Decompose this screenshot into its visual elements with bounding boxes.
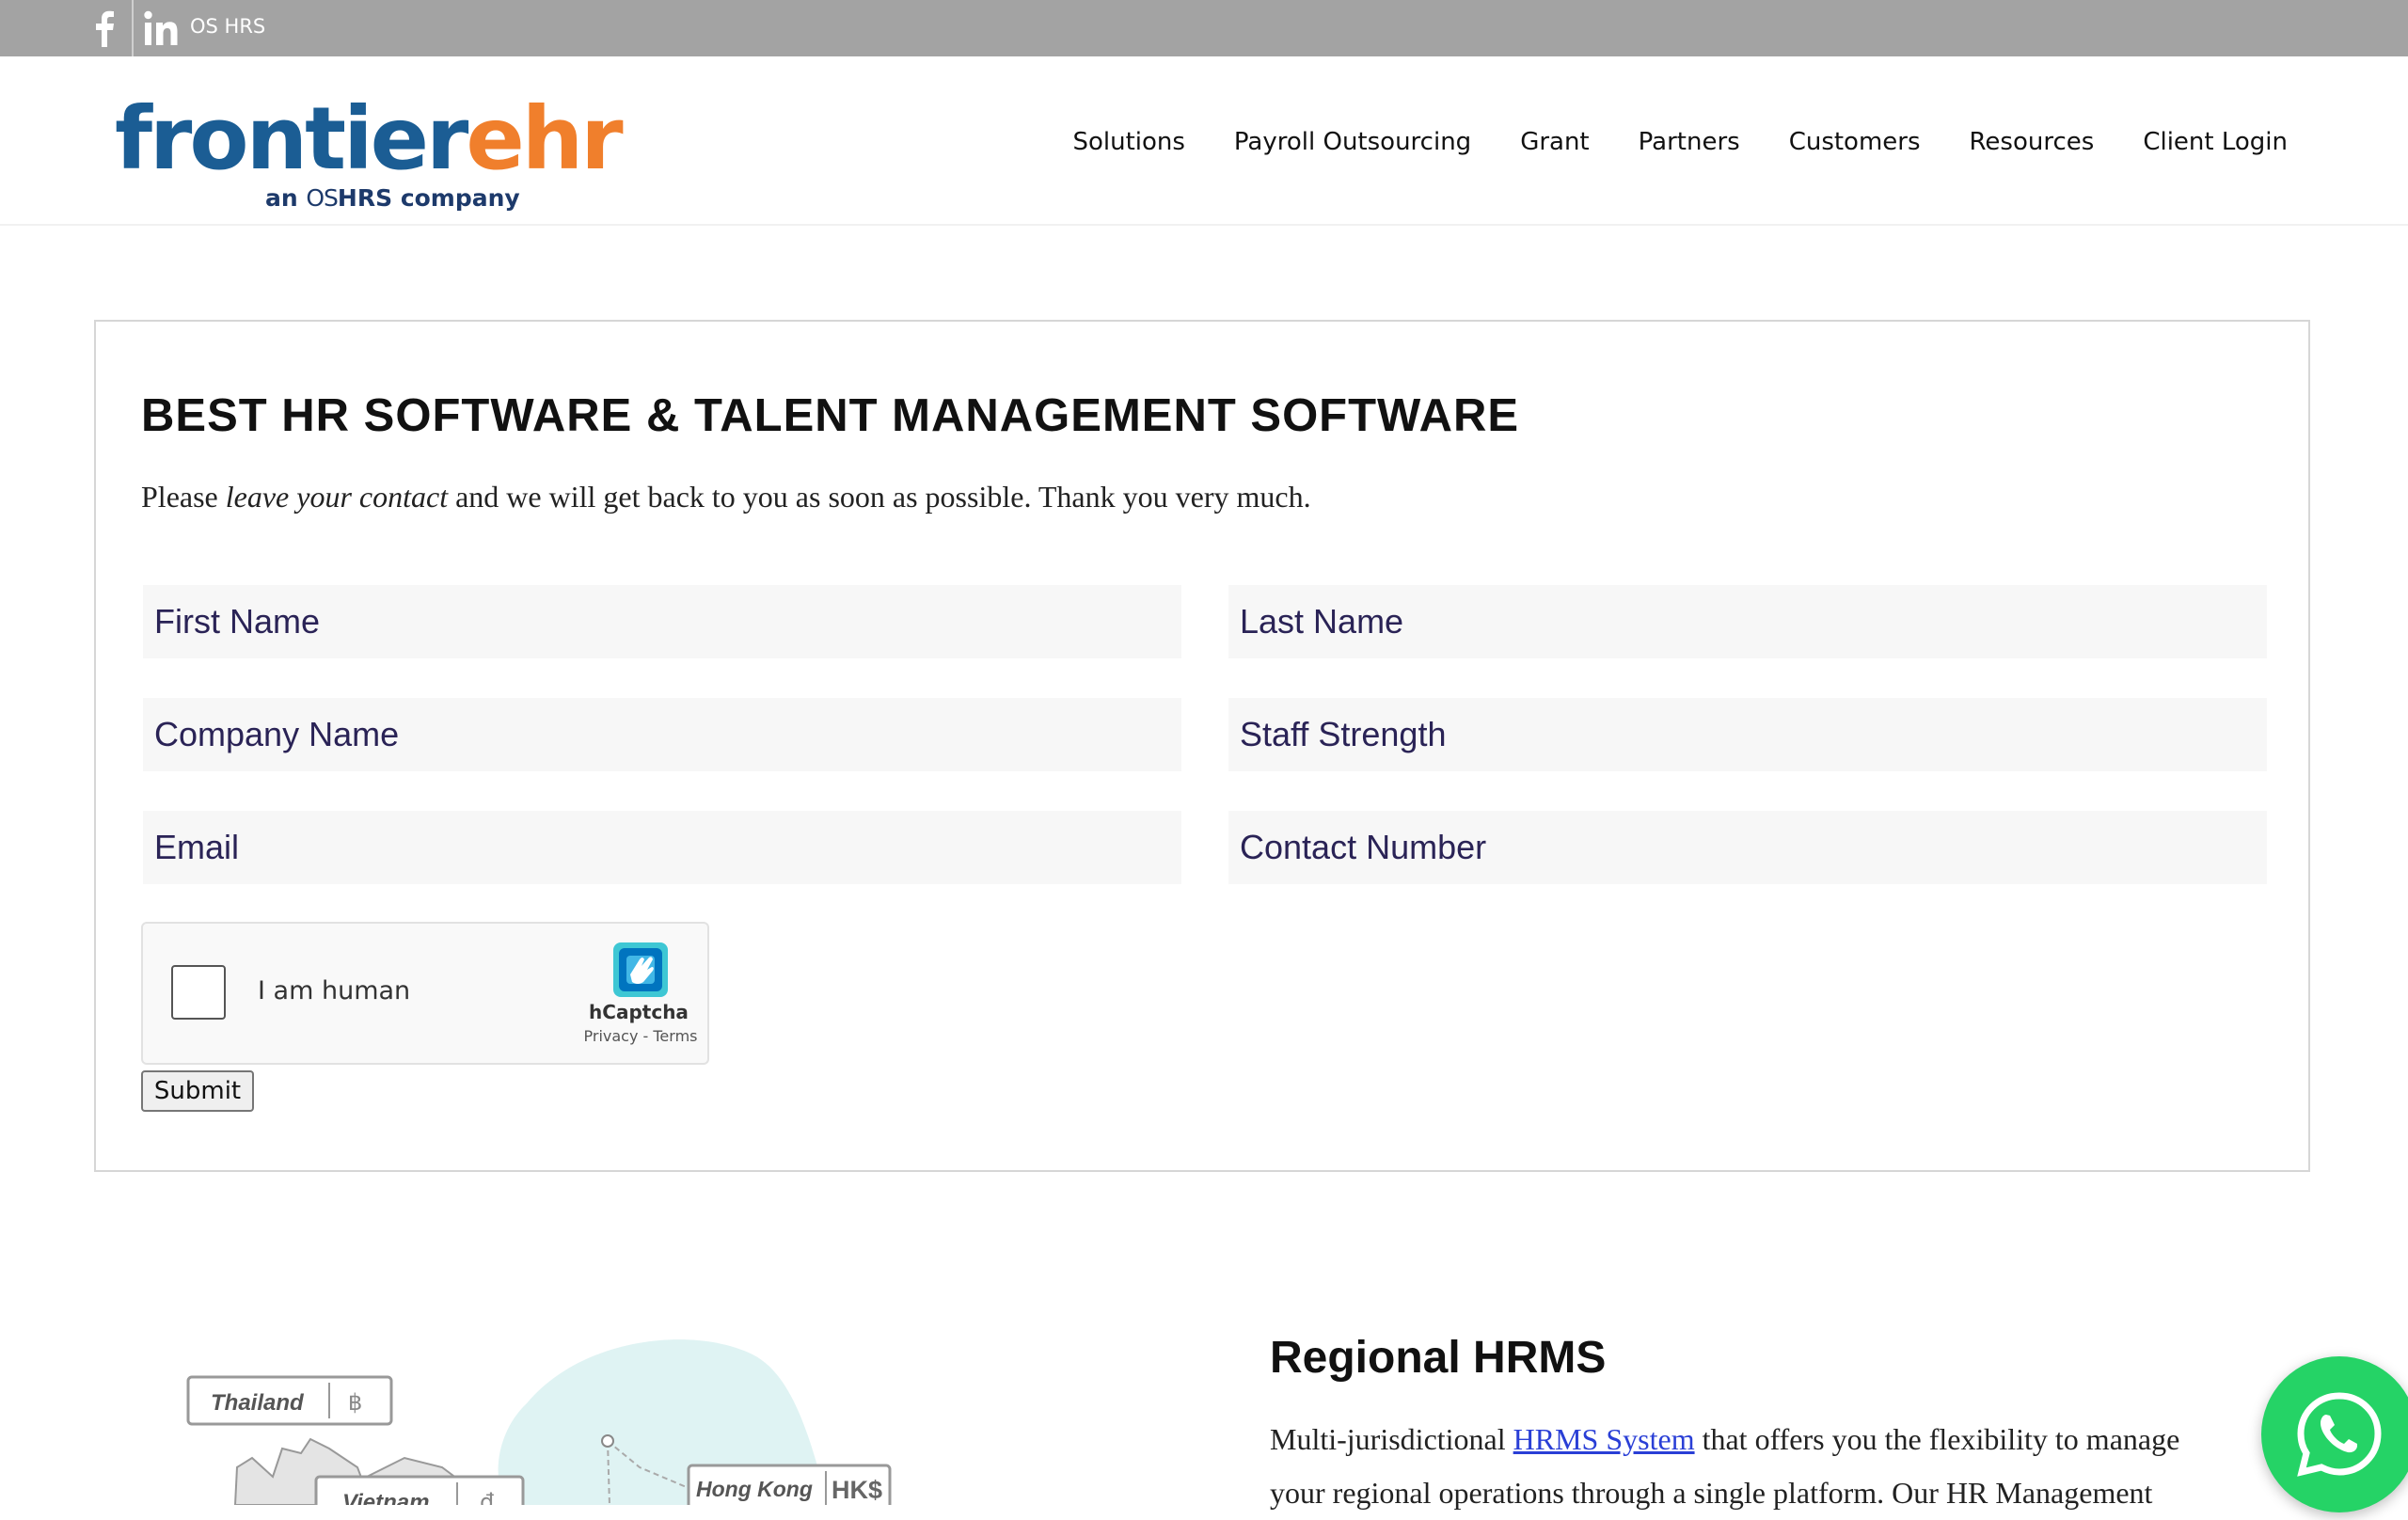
map-label-vietnam: Vietnam ₫ bbox=[314, 1475, 525, 1505]
map-label-thailand: Thailand ฿ bbox=[186, 1375, 393, 1426]
form-title: BEST HR SOFTWARE & TALENT MANAGEMENT SOF… bbox=[141, 390, 1520, 441]
first-name-input[interactable] bbox=[143, 585, 1181, 658]
map-label-thailand-currency: ฿ bbox=[348, 1389, 362, 1416]
regional-text-start: Multi-jurisdictional bbox=[1270, 1422, 1513, 1456]
map-label-thailand-country: Thailand bbox=[211, 1390, 305, 1416]
frontierehr-logo[interactable]: frontierehr an OSHRS company bbox=[115, 92, 624, 224]
form-subtitle-emphasis: leave your contact bbox=[225, 480, 449, 514]
email-input[interactable] bbox=[143, 811, 1181, 884]
whatsapp-chat-button[interactable] bbox=[2261, 1356, 2408, 1512]
nav-item-resources[interactable]: Resources bbox=[1970, 128, 2095, 156]
last-name-input[interactable] bbox=[1228, 585, 2267, 658]
linkedin-icon[interactable] bbox=[143, 8, 182, 49]
logo-tagline-os: OS bbox=[306, 184, 339, 212]
map-label-hong-kong-currency: HK$ bbox=[832, 1476, 882, 1504]
whatsapp-icon bbox=[2297, 1392, 2382, 1477]
nav-item-customers[interactable]: Customers bbox=[1789, 128, 1921, 156]
regional-map-illustration: Thailand ฿ Vietnam ₫ Hong Kong HK$ bbox=[186, 1339, 892, 1505]
company-name-input[interactable] bbox=[143, 698, 1181, 771]
logo-tagline: an OSHRS company bbox=[265, 184, 520, 212]
contact-form-card: BEST HR SOFTWARE & TALENT MANAGEMENT SOF… bbox=[94, 320, 2310, 1172]
main-nav: Solutions Payroll Outsourcing Grant Part… bbox=[1023, 128, 2288, 156]
submit-button[interactable]: Submit bbox=[141, 1070, 254, 1112]
logo-tagline-hrs: HRS bbox=[337, 184, 393, 212]
hcaptcha-hand-icon bbox=[613, 942, 668, 997]
nav-item-grant[interactable]: Grant bbox=[1520, 128, 1589, 156]
form-subtitle: Please leave your contact and we will ge… bbox=[141, 480, 1311, 515]
topbar-brand-link[interactable]: OS HRS bbox=[190, 15, 265, 38]
map-label-hong-kong: Hong Kong HK$ bbox=[687, 1464, 892, 1505]
map-label-vietnam-currency: ₫ bbox=[480, 1489, 494, 1505]
topbar-divider bbox=[132, 0, 134, 56]
top-bar: OS HRS bbox=[0, 0, 2408, 56]
nav-item-payroll-outsourcing[interactable]: Payroll Outsourcing bbox=[1234, 128, 1471, 156]
staff-strength-input[interactable] bbox=[1228, 698, 2267, 771]
hrms-system-link[interactable]: HRMS System bbox=[1513, 1422, 1695, 1456]
nav-item-client-login[interactable]: Client Login bbox=[2143, 128, 2288, 156]
form-subtitle-start: Please bbox=[141, 480, 226, 514]
regional-hrms-text: Multi-jurisdictional HRMS System that of… bbox=[1270, 1413, 2267, 1520]
regional-text-end: that offers you the flexibility to manag… bbox=[1694, 1422, 2180, 1456]
hcaptcha-brand: hCaptcha bbox=[589, 1001, 689, 1023]
nav-item-partners[interactable]: Partners bbox=[1639, 128, 1740, 156]
map-label-vietnam-country: Vietnam bbox=[342, 1490, 429, 1505]
facebook-icon[interactable] bbox=[90, 9, 117, 47]
site-header: frontierehr an OSHRS company Solutions P… bbox=[0, 56, 2408, 226]
regional-hrms-heading: Regional HRMS bbox=[1270, 1333, 1607, 1383]
logo-tagline-suffix: company bbox=[392, 184, 520, 212]
captcha-checkbox[interactable] bbox=[171, 965, 226, 1020]
contact-number-input[interactable] bbox=[1228, 811, 2267, 884]
form-subtitle-end: and we will get back to you as soon as p… bbox=[448, 480, 1311, 514]
captcha-label: I am human bbox=[258, 976, 411, 1005]
hcaptcha-widget: I am human hCaptcha Privacy - Terms bbox=[141, 922, 709, 1065]
logo-word-frontier: frontier bbox=[115, 88, 468, 189]
logo-tagline-prefix: an bbox=[265, 184, 307, 212]
hcaptcha-privacy-terms-links[interactable]: Privacy - Terms bbox=[551, 1027, 730, 1045]
logo-word-ehr: ehr bbox=[466, 88, 623, 189]
logo-wordmark: frontierehr bbox=[115, 92, 624, 186]
nav-item-solutions[interactable]: Solutions bbox=[1072, 128, 1184, 156]
map-label-hong-kong-country: Hong Kong bbox=[696, 1477, 813, 1501]
